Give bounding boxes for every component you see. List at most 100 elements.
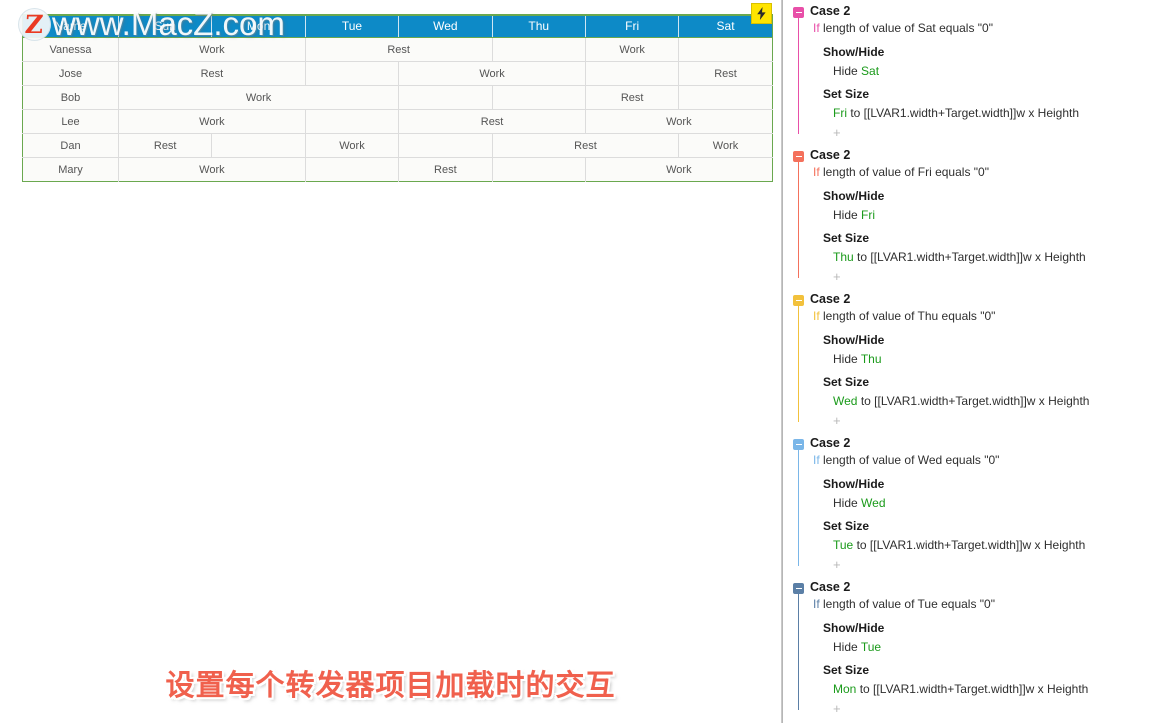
cell-empty[interactable] bbox=[492, 157, 586, 182]
cell-empty[interactable] bbox=[211, 133, 306, 158]
schedule-widget[interactable]: Name Sun Mon Tue Wed Thu Fri Sat Vanessa Work Res… bbox=[22, 14, 773, 182]
cell-work[interactable]: Work bbox=[398, 61, 586, 86]
cell-empty[interactable] bbox=[398, 85, 493, 110]
cell-name[interactable]: Jose bbox=[22, 61, 119, 86]
case-block[interactable]: Case 2 If length of value of Sat equals "… bbox=[783, 0, 1148, 144]
action-hide[interactable]: Hide Fri bbox=[810, 204, 1148, 223]
cell-name[interactable]: Bob bbox=[22, 85, 119, 110]
action-set-size[interactable]: Fri to [[LVAR1.width+Target.width]]w x H… bbox=[810, 102, 1148, 121]
add-action-row[interactable]: + bbox=[810, 265, 1148, 286]
cell-empty[interactable] bbox=[678, 37, 773, 62]
condition-text: length of value of Thu equals "0" bbox=[823, 309, 996, 323]
case-rail bbox=[798, 156, 799, 278]
plus-icon[interactable]: + bbox=[833, 126, 841, 139]
cell-rest[interactable]: Rest bbox=[118, 61, 306, 86]
hide-prefix: Hide bbox=[833, 64, 858, 78]
cell-rest[interactable]: Rest bbox=[678, 61, 773, 86]
collapse-toggle-icon[interactable] bbox=[793, 583, 804, 594]
schedule-header: Name Sun Mon Tue Wed Thu Fri Sat bbox=[22, 15, 773, 38]
plus-icon[interactable]: + bbox=[833, 558, 841, 571]
lightning-bolt-icon[interactable] bbox=[751, 3, 772, 24]
cell-name[interactable]: Lee bbox=[22, 109, 119, 134]
interactions-panel[interactable]: Case 2 If length of value of Sat equals "… bbox=[782, 0, 1148, 723]
table-row[interactable]: Mary Work Rest Work bbox=[22, 157, 773, 182]
column-header-name[interactable]: Name bbox=[22, 15, 119, 38]
case-block[interactable]: Case 2 If length of value of Fri equals "… bbox=[783, 144, 1148, 288]
cell-empty[interactable] bbox=[398, 133, 493, 158]
case-title: Case 2 bbox=[810, 580, 851, 594]
table-row[interactable]: Bob Work Rest bbox=[22, 85, 773, 110]
case-block[interactable]: Case 2 If length of value of Wed equals "… bbox=[783, 432, 1148, 576]
cell-empty[interactable] bbox=[305, 61, 400, 86]
plus-icon[interactable]: + bbox=[833, 414, 841, 427]
cell-rest[interactable]: Rest bbox=[492, 133, 680, 158]
column-header-sun[interactable]: Sun bbox=[118, 15, 213, 38]
case-title: Case 2 bbox=[810, 292, 851, 306]
collapse-toggle-icon[interactable] bbox=[793, 7, 804, 18]
action-hide[interactable]: Hide Sat bbox=[810, 60, 1148, 79]
column-header-fri[interactable]: Fri bbox=[585, 15, 680, 38]
schedule-table[interactable]: Name Sun Mon Tue Wed Thu Fri Sat Vanessa Work Res… bbox=[22, 14, 773, 182]
case-block[interactable]: Case 2 If length of value of Thu equals "… bbox=[783, 288, 1148, 432]
cell-work[interactable]: Work bbox=[118, 157, 306, 182]
column-header-thu[interactable]: Thu bbox=[492, 15, 586, 38]
cell-name[interactable]: Dan bbox=[22, 133, 119, 158]
action-header-set-size: Set Size bbox=[823, 519, 870, 533]
action-set-size[interactable]: Wed to [[LVAR1.width+Target.width]]w x H… bbox=[810, 390, 1148, 409]
add-action-row[interactable]: + bbox=[810, 697, 1148, 718]
case-condition: If length of value of Sat equals "0" bbox=[810, 20, 1148, 37]
cell-work[interactable]: Work bbox=[585, 157, 773, 182]
action-hide[interactable]: Hide Thu bbox=[810, 348, 1148, 367]
table-row[interactable]: Dan Rest Work Rest Work bbox=[22, 133, 773, 158]
header-row: Name Sun Mon Tue Wed Thu Fri Sat bbox=[22, 15, 773, 38]
cell-rest[interactable]: Rest bbox=[305, 37, 493, 62]
cell-work[interactable]: Work bbox=[585, 109, 773, 134]
case-block[interactable]: Case 2 If length of value of Tue equals "… bbox=[783, 576, 1148, 720]
collapse-toggle-icon[interactable] bbox=[793, 439, 804, 450]
collapse-toggle-icon[interactable] bbox=[793, 151, 804, 162]
column-header-wed[interactable]: Wed bbox=[398, 15, 493, 38]
action-hide[interactable]: Hide Wed bbox=[810, 492, 1148, 511]
column-header-mon[interactable]: Mon bbox=[211, 15, 306, 38]
add-action-row[interactable]: + bbox=[810, 553, 1148, 574]
case-rail bbox=[798, 588, 799, 710]
case-title: Case 2 bbox=[810, 4, 851, 18]
action-hide[interactable]: Hide Tue bbox=[810, 636, 1148, 655]
action-set-size[interactable]: Mon to [[LVAR1.width+Target.width]]w x H… bbox=[810, 678, 1148, 697]
cell-work[interactable]: Work bbox=[678, 133, 773, 158]
cell-empty[interactable] bbox=[492, 37, 586, 62]
schedule-body[interactable]: Vanessa Work Rest Work Jose Rest Work Rest Bob Wo… bbox=[22, 37, 773, 182]
column-header-tue[interactable]: Tue bbox=[305, 15, 400, 38]
collapse-toggle-icon[interactable] bbox=[793, 295, 804, 306]
cell-name[interactable]: Vanessa bbox=[22, 37, 119, 62]
plus-icon[interactable]: + bbox=[833, 270, 841, 283]
interactions-list[interactable]: Case 2 If length of value of Sat equals "… bbox=[783, 0, 1148, 720]
cell-rest[interactable]: Rest bbox=[398, 109, 586, 134]
cell-rest[interactable]: Rest bbox=[398, 157, 493, 182]
cell-empty[interactable] bbox=[305, 109, 400, 134]
table-row[interactable]: Lee Work Rest Work bbox=[22, 109, 773, 134]
caption-text: 设置每个转发器项目加载时的交互 bbox=[165, 668, 616, 702]
action-set-size[interactable]: Tue to [[LVAR1.width+Target.width]]w x H… bbox=[810, 534, 1148, 553]
condition-text: length of value of Sat equals "0" bbox=[823, 21, 993, 35]
add-action-row[interactable]: + bbox=[810, 121, 1148, 142]
plus-icon[interactable]: + bbox=[833, 702, 841, 715]
cell-work[interactable]: Work bbox=[585, 37, 680, 62]
table-row[interactable]: Jose Rest Work Rest bbox=[22, 61, 773, 86]
cell-work[interactable]: Work bbox=[305, 133, 400, 158]
cell-work[interactable]: Work bbox=[118, 109, 306, 134]
design-canvas[interactable]: Name Sun Mon Tue Wed Thu Fri Sat Vanessa Work Res… bbox=[0, 0, 782, 723]
cell-empty[interactable] bbox=[585, 61, 680, 86]
action-set-size[interactable]: Thu to [[LVAR1.width+Target.width]]w x H… bbox=[810, 246, 1148, 265]
cell-rest[interactable]: Rest bbox=[585, 85, 680, 110]
cell-name[interactable]: Mary bbox=[22, 157, 119, 182]
cell-empty[interactable] bbox=[305, 157, 400, 182]
cell-rest[interactable]: Rest bbox=[118, 133, 213, 158]
cell-empty[interactable] bbox=[492, 85, 586, 110]
cell-work[interactable]: Work bbox=[118, 85, 400, 110]
cell-work[interactable]: Work bbox=[118, 37, 306, 62]
table-row[interactable]: Vanessa Work Rest Work bbox=[22, 37, 773, 62]
hide-target: Sat bbox=[861, 64, 880, 78]
add-action-row[interactable]: + bbox=[810, 409, 1148, 430]
cell-empty[interactable] bbox=[678, 85, 773, 110]
